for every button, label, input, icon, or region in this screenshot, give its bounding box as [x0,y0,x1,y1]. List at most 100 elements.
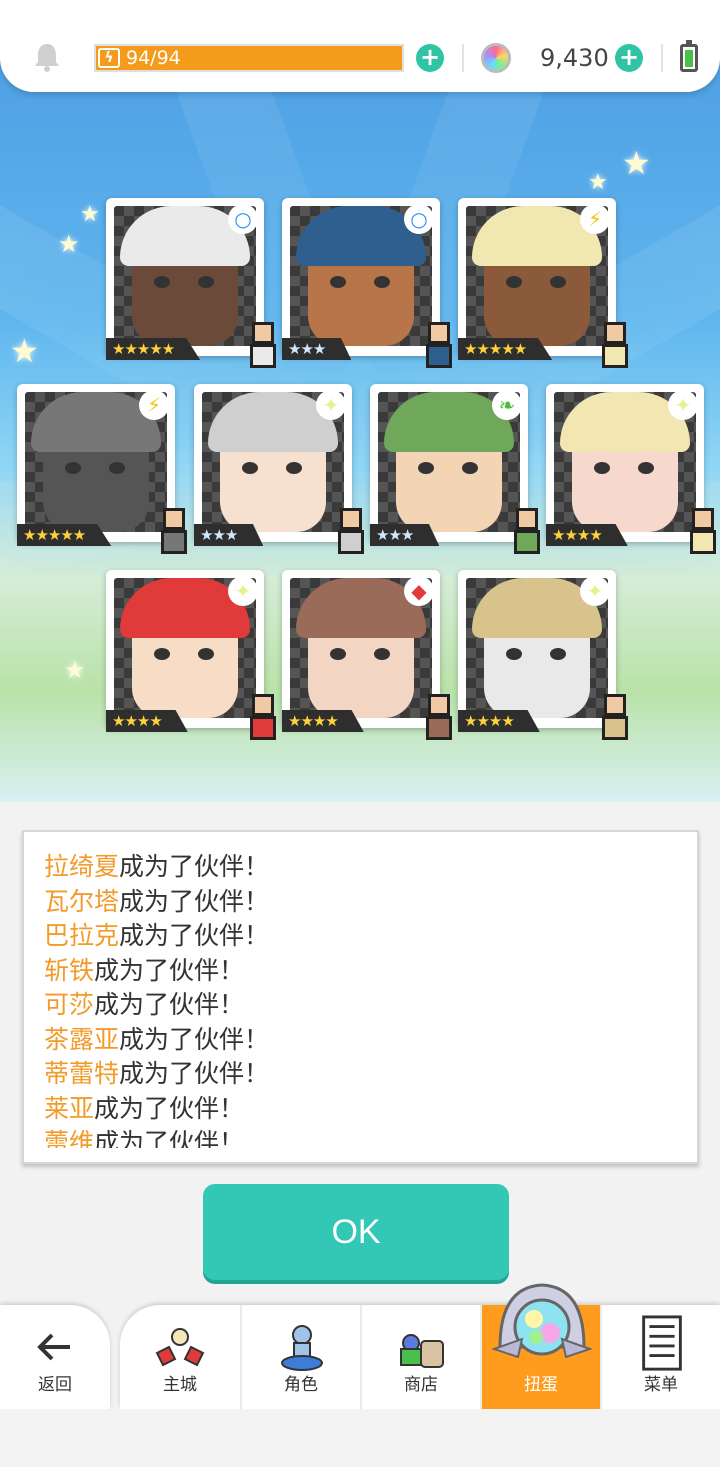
character-eye [594,462,610,474]
recruit-message: 巴拉克成为了伙伴！ [44,919,677,954]
element-badge-icon: ○ [404,204,434,234]
character-card[interactable]: ⚡ ★★★★★ [17,384,187,554]
add-energy-button[interactable]: + [416,44,444,72]
sprite-head [252,694,274,716]
character-card[interactable]: ⚡ ★★★★★ [458,198,628,368]
character-card[interactable]: ❧ ★★★ [370,384,540,554]
tab-main-city[interactable]: 主城 [120,1305,240,1409]
message-text: 成为了伙伴！ [119,1024,270,1054]
sprite-head [604,694,626,716]
pixel-sprite-icon [155,508,193,558]
sprite-body [690,530,716,554]
character-eye [198,648,214,660]
divider [462,44,464,72]
sprite-head [604,322,626,344]
character-name: 瓦尔塔 [44,886,120,916]
tab-label: 角色 [284,1375,318,1395]
pixel-sprite-icon [596,322,634,372]
recruit-log[interactable]: 拉绮夏成为了伙伴！ 瓦尔塔成为了伙伴！ 巴拉克成为了伙伴！ 斩铁成为了伙伴！ 可莎成为了… [22,830,699,1164]
character-name: 蒂蕾特 [44,1059,120,1088]
character-eye [506,276,522,288]
element-badge-icon: ❧ [492,390,522,420]
tab-shop[interactable]: 商店 [360,1305,480,1409]
sprite-body [426,344,452,368]
ok-button[interactable]: OK [203,1184,509,1280]
gacha-result-scene: ★ ★ ★ ★ ★ ★ ○ ★★★★★ ○ ★★★ ⚡ ★★★★★ ⚡ ★★★★… [0,60,720,802]
tab-label: 菜单 [644,1375,678,1395]
sparkle-star-icon: ★ [588,170,608,195]
element-badge-icon: ⚡ [139,390,169,420]
rarity-stars: ★★★★ [458,710,540,732]
character-card[interactable]: ○ ★★★ [282,198,452,368]
bell-icon[interactable] [30,40,64,74]
character-name: 拉绮夏 [44,852,120,881]
message-text: 成为了伙伴！ [94,1128,245,1148]
pixel-sprite-icon [420,694,458,744]
character-card[interactable]: ○ ★★★★★ [106,198,276,368]
character-eye [154,276,170,288]
character-eye [286,462,302,474]
character-name: 巴拉克 [44,921,120,950]
recruit-message: 莱亚成为了伙伴！ [44,1092,677,1127]
sparkle-star-icon: ★ [64,656,86,684]
recruit-message: 蕾维成为了伙伴！ [44,1126,677,1148]
pixel-sprite-icon [596,694,634,744]
character-eye [154,648,170,660]
character-eye [374,276,390,288]
sprite-body [338,530,364,554]
character-eye [109,462,125,474]
tab-label: 主城 [163,1375,197,1395]
tab-characters[interactable]: 角色 [240,1305,360,1409]
character-eye [65,462,81,474]
rarity-stars: ★★★★★ [458,338,553,360]
character-eye [374,648,390,660]
sprite-head [516,508,538,530]
recruit-message: 茶露亚成为了伙伴！ [44,1023,677,1058]
pixel-sprite-icon [420,322,458,372]
sprite-head [692,508,714,530]
add-gem-button[interactable]: + [615,44,643,72]
element-badge-icon: ○ [228,204,258,234]
character-eye [550,276,566,288]
hero-statue-icon [281,1325,323,1371]
sparkle-star-icon: ★ [622,144,651,182]
element-badge-icon: ⚡ [580,204,610,234]
sprite-body [602,716,628,740]
tab-gacha[interactable]: 扭蛋 [480,1283,600,1409]
bottom-nav: 主城 角色 商店 扭蛋 菜单 [120,1283,720,1409]
system-nav-area [0,1409,720,1467]
rarity-stars: ★★★ [282,338,352,360]
message-list: 拉绮夏成为了伙伴！ 瓦尔塔成为了伙伴！ 巴拉克成为了伙伴！ 斩铁成为了伙伴！ 可莎成为了… [44,850,677,1148]
character-card[interactable]: ✦ ★★★★ [458,570,628,740]
message-text: 成为了伙伴！ [119,921,270,950]
character-eye [462,462,478,474]
character-card[interactable]: ✦ ★★★★ [106,570,276,740]
menu-list-icon [642,1315,682,1371]
message-text: 成为了伙伴！ [94,990,245,1019]
message-text: 成为了伙伴！ [119,852,270,881]
character-card[interactable]: ✦ ★★★★ [546,384,716,554]
pixel-sprite-icon [244,322,282,372]
character-card[interactable]: ◆ ★★★★ [282,570,452,740]
character-name: 蕾维 [44,1128,95,1148]
sprite-head [428,322,450,344]
tab-menu[interactable]: 菜单 [600,1305,720,1409]
shop-bag-icon [400,1334,444,1368]
back-button[interactable]: 返回 [0,1305,110,1409]
pixel-sprite-icon [244,694,282,744]
lightning-icon: ϟ [98,48,120,68]
sprite-body [250,344,276,368]
sparkle-star-icon: ★ [58,230,80,258]
character-card[interactable]: ✦ ★★★ [194,384,364,554]
battery-icon [680,40,698,72]
sprite-body [514,530,540,554]
character-name: 斩铁 [44,955,95,985]
character-eye [638,462,654,474]
element-badge-icon: ✦ [668,390,698,420]
rarity-stars: ★★★★★ [106,338,201,360]
castle-icon [155,1328,205,1367]
sprite-body [602,344,628,368]
recruit-message: 蒂蕾特成为了伙伴！ [44,1057,677,1092]
rarity-stars: ★★★★ [282,710,364,732]
gacha-orb-icon [492,1283,592,1359]
